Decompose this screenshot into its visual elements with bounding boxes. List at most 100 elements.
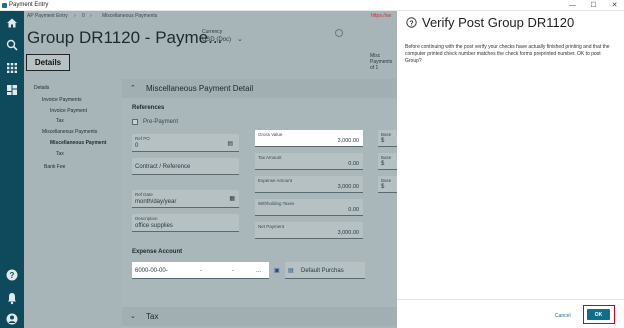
clock-icon[interactable] bbox=[335, 29, 343, 37]
user-icon[interactable] bbox=[5, 312, 19, 326]
url-tag: https://se bbox=[371, 13, 392, 19]
contract-reference-placeholder: Contract / Reference bbox=[135, 164, 191, 170]
tab-details[interactable]: Details bbox=[26, 54, 70, 71]
help-circle-icon: ? bbox=[406, 17, 417, 28]
document-icon: ▤ bbox=[288, 268, 294, 274]
tree-item-tax[interactable]: Tax bbox=[56, 118, 64, 124]
clipboard-icon[interactable]: ▤ bbox=[227, 140, 233, 147]
tree-item-bank-fee[interactable]: Bank Fee bbox=[44, 164, 65, 170]
section-header-misc-detail[interactable]: ⌃ Miscellaneous Payment Detail bbox=[122, 79, 397, 98]
net-payment-value: 3,000.00 bbox=[337, 230, 359, 236]
misc-payments-counter: Misc Payments of 1 bbox=[370, 53, 393, 71]
ref-po-value: 0 bbox=[135, 143, 139, 149]
tree-item-tax[interactable]: Tax bbox=[56, 151, 64, 157]
cancel-button[interactable]: Cancel bbox=[555, 313, 571, 319]
home-icon[interactable] bbox=[5, 16, 19, 30]
tree-item-details[interactable]: Details bbox=[34, 85, 49, 91]
references-heading: References bbox=[132, 105, 165, 111]
tree-item-invoice-payments[interactable]: Invoice Payments bbox=[42, 97, 81, 103]
account-lookup-button[interactable]: ... bbox=[256, 268, 261, 274]
expense-amount-value: 3,000.00 bbox=[337, 184, 359, 190]
apps-grid-icon[interactable] bbox=[5, 61, 19, 75]
gross-value: 3,000.00 bbox=[337, 138, 359, 144]
base-value: $ bbox=[381, 184, 385, 190]
base-field: Base $ bbox=[378, 176, 397, 193]
help-icon[interactable]: ? bbox=[5, 268, 19, 282]
window-title: Payment Entry bbox=[9, 2, 49, 8]
pre-payment-label: Pre-Payment bbox=[143, 119, 179, 125]
tree-item-misc-payments[interactable]: Miscellaneous Payments bbox=[42, 129, 97, 135]
base-value: $ bbox=[381, 161, 385, 167]
expense-account-value: 6000-00-00- bbox=[135, 268, 168, 274]
net-payment-label: Net Payment bbox=[258, 224, 285, 229]
section-header-tax[interactable]: ⌄ Tax bbox=[122, 307, 397, 326]
net-payment-field: Net Payment 3,000.00 bbox=[255, 222, 363, 239]
withholding-taxes-field: Withholding Taxes 0.00 bbox=[255, 199, 363, 216]
pre-payment-checkbox[interactable] bbox=[132, 119, 138, 125]
ok-button-highlight: OK bbox=[583, 305, 615, 324]
base-label: Base bbox=[381, 132, 392, 137]
currency-value[interactable]: USD (Doc) bbox=[202, 37, 231, 43]
tree-item-invoice-payment[interactable]: Invoice Payment bbox=[50, 108, 87, 114]
gross-value-label: Gross Value bbox=[258, 132, 283, 137]
withholding-taxes-value: 0.00 bbox=[348, 207, 359, 213]
ref-date-value: month/day/year bbox=[135, 199, 177, 205]
expense-account-heading: Expense Account bbox=[132, 249, 183, 255]
page-title: Group DR1120 - Payme... bbox=[27, 28, 223, 47]
maximize-button[interactable]: ☐ bbox=[586, 0, 601, 11]
default-purchase-field[interactable]: ▤ Default Purchas bbox=[285, 262, 365, 279]
app-icon bbox=[2, 3, 7, 8]
account-segment-separator: - bbox=[200, 268, 202, 274]
ref-date-field[interactable]: Ref Date month/day/year ▦ bbox=[132, 190, 239, 208]
base-label: Base bbox=[381, 178, 392, 183]
chevron-down-icon[interactable]: ⌄ bbox=[237, 35, 243, 43]
base-field: Base $ bbox=[378, 130, 397, 147]
chevron-down-icon[interactable]: ⌄ bbox=[130, 307, 136, 326]
tax-amount-label: Tax Amount bbox=[258, 155, 282, 160]
calendar-icon[interactable]: ▦ bbox=[229, 195, 235, 202]
contract-reference-field[interactable]: Contract / Reference bbox=[132, 158, 239, 175]
chevron-up-icon[interactable]: ⌃ bbox=[130, 79, 136, 98]
tree-item-misc-payment[interactable]: Miscellaneous Payment bbox=[50, 140, 106, 146]
left-nav: ? bbox=[0, 11, 24, 328]
dashboard-icon[interactable] bbox=[5, 83, 19, 97]
dialog-title: Verify Post Group DR1120 bbox=[422, 15, 575, 30]
tax-amount-field: Tax Amount 0.00 bbox=[255, 153, 363, 170]
ref-po-field[interactable]: Ref PO 0 ▤ bbox=[132, 134, 239, 152]
description-label: Description bbox=[135, 216, 158, 221]
description-value: office supplies bbox=[135, 223, 173, 229]
breadcrumb-root[interactable]: AP Payment Entry bbox=[27, 11, 68, 22]
expense-amount-label: Expense Amount bbox=[258, 178, 293, 183]
breadcrumb-separator: › bbox=[74, 13, 76, 19]
ok-button[interactable]: OK bbox=[587, 309, 610, 320]
account-book-icon[interactable]: ▣ bbox=[274, 267, 280, 274]
base-field: Base $ bbox=[378, 153, 397, 170]
default-purchase-value: Default Purchas bbox=[301, 268, 344, 274]
close-window-button[interactable]: ✕ bbox=[607, 0, 622, 11]
account-segment-separator: - bbox=[232, 268, 234, 274]
breadcrumb-current: Miscellaneous Payments bbox=[102, 13, 158, 19]
section-title: Miscellaneous Payment Detail bbox=[146, 84, 254, 93]
tax-section-title: Tax bbox=[146, 312, 159, 321]
gross-value-field[interactable]: Gross Value 3,000.00 bbox=[255, 130, 363, 147]
tax-amount-value: 0.00 bbox=[348, 161, 359, 167]
dialog-message: Before continuing with the post verify y… bbox=[405, 44, 610, 64]
bell-icon[interactable] bbox=[5, 291, 19, 305]
svg-text:?: ? bbox=[409, 20, 413, 27]
window-titlebar: Payment Entry — ☐ ✕ bbox=[0, 0, 624, 11]
base-value: $ bbox=[381, 138, 385, 144]
breadcrumb: AP Payment Entry › 0 › Miscellaneous Pay… bbox=[24, 11, 397, 22]
minimize-button[interactable]: — bbox=[565, 0, 580, 11]
expense-account-field[interactable]: 6000-00-00- - - ... bbox=[132, 262, 269, 279]
svg-text:?: ? bbox=[10, 271, 15, 280]
ref-date-label: Ref Date bbox=[135, 192, 153, 197]
withholding-taxes-label: Withholding Taxes bbox=[258, 201, 295, 206]
breadcrumb-mid[interactable]: 0 bbox=[82, 11, 85, 22]
detail-panel: ⌃ Miscellaneous Payment Detail Reference… bbox=[122, 79, 397, 328]
expense-amount-field: Expense Amount 3,000.00 bbox=[255, 176, 363, 193]
base-label: Base bbox=[381, 155, 392, 160]
dialog-divider bbox=[397, 299, 624, 300]
description-field[interactable]: Description office supplies bbox=[132, 214, 239, 232]
breadcrumb-separator: › bbox=[90, 13, 92, 19]
search-icon[interactable] bbox=[5, 38, 19, 52]
